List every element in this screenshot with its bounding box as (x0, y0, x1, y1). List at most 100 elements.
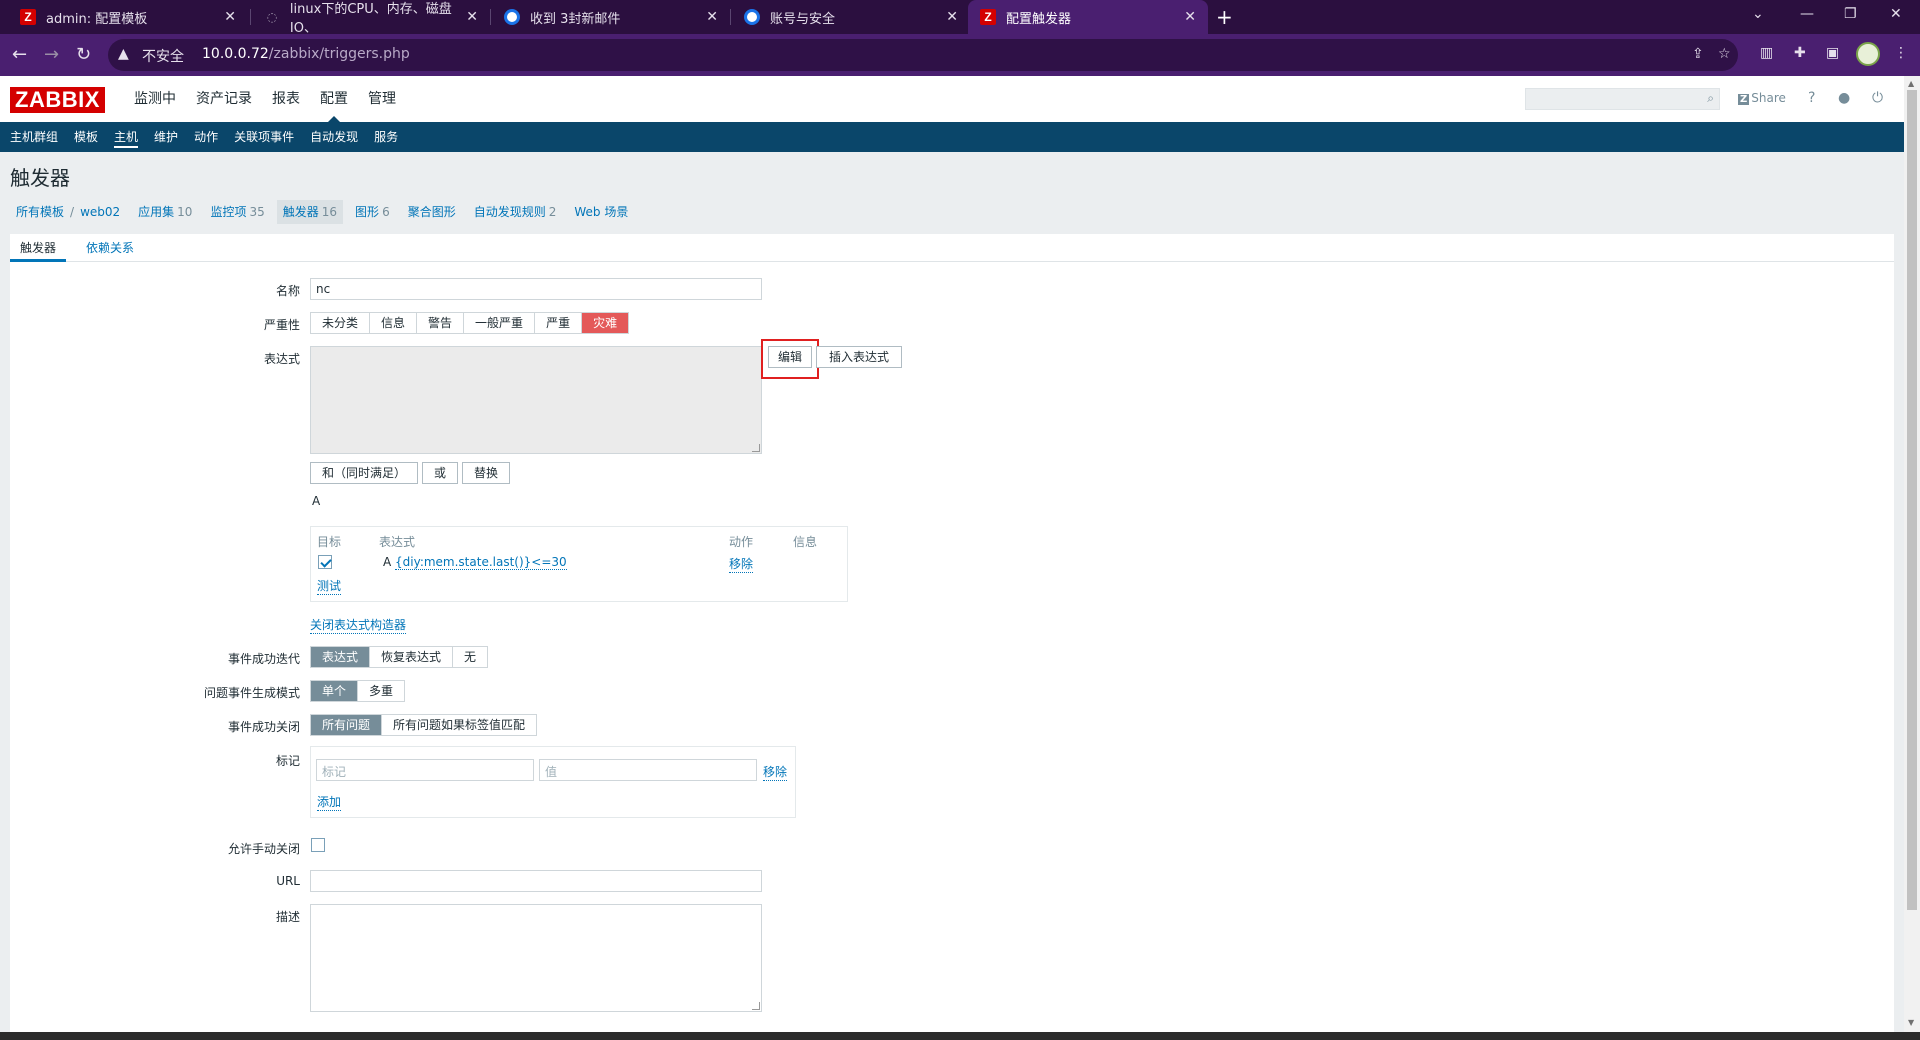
expression-test-link[interactable]: 测试 (317, 577, 342, 595)
zabbix-logo[interactable]: ZABBIX (10, 87, 105, 113)
url-text[interactable]: 10.0.0.72/zabbix/triggers.php (202, 46, 410, 62)
restore-icon[interactable]: ❐ (1844, 6, 1857, 22)
severity-not-classified[interactable]: 未分类 (311, 313, 371, 333)
breadcrumb-screens[interactable]: 聚合图形 (402, 200, 462, 224)
expression-textarea[interactable] (310, 346, 762, 454)
tab-dependencies[interactable]: 依赖关系 (76, 234, 144, 262)
user-profile-icon[interactable]: ● (1838, 90, 1850, 106)
severity-information[interactable]: 信息 (370, 313, 418, 333)
tag-value-input[interactable]: 值 (539, 759, 757, 781)
close-icon[interactable]: ✕ (224, 9, 236, 25)
global-search-input[interactable]: ⌕ (1525, 88, 1720, 110)
browser-tab-linux-article[interactable]: ◌ linux下的CPU、内存、磁盘IO、 ✕ (252, 0, 490, 36)
sub-menu-services[interactable]: 服务 (366, 122, 406, 152)
tag-remove-link[interactable]: 移除 (763, 763, 788, 781)
ok-event-recovery-expression[interactable]: 恢复表达式 (370, 647, 454, 667)
ok-close-all-problems[interactable]: 所有问题 (311, 715, 383, 735)
sub-menu-correlation[interactable]: 关联项事件 (226, 122, 302, 152)
forward-arrow-icon[interactable]: → (44, 44, 59, 65)
new-tab-plus-icon[interactable]: + (1216, 5, 1233, 29)
close-icon[interactable]: ✕ (706, 9, 718, 25)
bookmark-star-icon[interactable]: ☆ (1718, 46, 1731, 62)
problem-mode-multiple[interactable]: 多重 (358, 681, 405, 701)
scroll-up-arrow-icon[interactable]: ▲ (1908, 79, 1914, 88)
sub-menu-host-groups[interactable]: 主机群组 (2, 122, 66, 152)
browser-tab-config-triggers[interactable]: Z 配置触发器 ✕ (968, 0, 1208, 34)
breadcrumb-host[interactable]: web02 (74, 200, 126, 224)
tab-title: linux下的CPU、内存、磁盘IO、 (289, 2, 452, 36)
edit-expression-button[interactable]: 编辑 (768, 346, 812, 368)
severity-warning[interactable]: 警告 (417, 313, 465, 333)
profile-avatar[interactable] (1856, 42, 1880, 66)
browser-tab-config-template[interactable]: Z admin: 配置模板 ✕ (8, 0, 248, 34)
url-input[interactable] (310, 870, 762, 892)
share-page-icon[interactable]: ⇪ (1692, 46, 1704, 62)
main-menu-configuration[interactable]: 配置 (310, 76, 358, 122)
close-expression-builder-link[interactable]: 关闭表达式构造器 (310, 616, 407, 634)
tags-box: 标记 值 移除 添加 (310, 746, 796, 818)
close-icon[interactable]: ✕ (946, 9, 958, 25)
resize-grip-icon[interactable] (752, 1002, 760, 1010)
resize-grip-icon[interactable] (752, 444, 760, 452)
security-label[interactable]: 不安全 (142, 46, 184, 66)
sub-menu-maintenance[interactable]: 维护 (146, 122, 186, 152)
main-menu-monitoring[interactable]: 监测中 (124, 76, 186, 122)
expression-target-checkbox[interactable] (318, 555, 332, 569)
main-menu-reports[interactable]: 报表 (262, 76, 310, 122)
and-button[interactable]: 和（同时满足） (310, 462, 418, 484)
severity-disaster[interactable]: 灾难 (582, 313, 629, 333)
ok-event-expression[interactable]: 表达式 (311, 647, 371, 667)
breadcrumb-applications[interactable]: 应用集 10 (132, 200, 198, 224)
side-panel-icon[interactable]: ▣ (1826, 45, 1839, 61)
close-icon[interactable]: ✕ (1184, 9, 1196, 25)
tab-search-chevron-icon[interactable]: ⌄ (1752, 6, 1764, 22)
ok-close-tag-match[interactable]: 所有问题如果标签值匹配 (382, 715, 537, 735)
sub-menu-actions[interactable]: 动作 (186, 122, 226, 152)
problem-mode-single[interactable]: 单个 (311, 681, 359, 701)
reading-list-icon[interactable]: ▥ (1760, 45, 1773, 61)
severity-average[interactable]: 一般严重 (464, 313, 536, 333)
logout-power-icon[interactable]: ⏻ (1872, 90, 1883, 106)
sub-menu-templates[interactable]: 模板 (66, 122, 106, 152)
replace-button[interactable]: 替换 (462, 462, 510, 484)
back-arrow-icon[interactable]: ← (12, 44, 27, 65)
close-icon[interactable]: ✕ (466, 9, 478, 25)
window-close-icon[interactable]: ✕ (1890, 6, 1902, 22)
address-bar[interactable]: ▲ 不安全 10.0.0.72/zabbix/triggers.php ⇪ ☆ (108, 39, 1738, 71)
breadcrumb-all-templates[interactable]: 所有模板 (10, 200, 70, 224)
description-textarea[interactable] (310, 904, 762, 1012)
share-link[interactable]: Z Share (1738, 91, 1786, 105)
browser-tab-mail[interactable]: 收到 3封新邮件 ✕ (492, 0, 730, 34)
main-menu-administration[interactable]: 管理 (358, 76, 406, 122)
sub-menu-hosts[interactable]: 主机 (106, 122, 146, 152)
browser-tab-account-security[interactable]: 账号与安全 ✕ (732, 0, 970, 34)
breadcrumb-discovery-rules[interactable]: 自动发现规则 2 (468, 200, 563, 224)
main-menu-inventory[interactable]: 资产记录 (186, 76, 262, 122)
scroll-down-arrow-icon[interactable]: ▼ (1908, 1018, 1914, 1027)
allow-manual-close-checkbox[interactable] (311, 838, 325, 852)
tab-trigger[interactable]: 触发器 (10, 234, 67, 262)
expression-remove-link[interactable]: 移除 (729, 555, 754, 573)
browser-menu-icon[interactable]: ⋮ (1894, 45, 1908, 61)
scrollbar-thumb[interactable] (1907, 90, 1917, 910)
or-button[interactable]: 或 (422, 462, 458, 484)
breadcrumb-triggers[interactable]: 触发器 16 (276, 200, 344, 224)
breadcrumb-web-scenarios[interactable]: Web 场景 (568, 200, 634, 224)
name-input[interactable]: nc (310, 278, 762, 300)
breadcrumb-graphs[interactable]: 图形 6 (349, 200, 396, 224)
insert-expression-button[interactable]: 插入表达式 (816, 346, 902, 368)
page-scrollbar[interactable]: ▲ ▼ (1904, 76, 1920, 1040)
ok-event-none[interactable]: 无 (453, 647, 488, 667)
severity-high[interactable]: 严重 (535, 313, 583, 333)
help-icon[interactable]: ? (1808, 90, 1815, 106)
extensions-puzzle-icon[interactable]: ✚ (1794, 45, 1806, 61)
sub-menu-discovery[interactable]: 自动发现 (302, 122, 366, 152)
breadcrumb-items[interactable]: 监控项 35 (204, 200, 270, 224)
minimize-icon[interactable]: — (1800, 6, 1814, 22)
warning-triangle-icon[interactable]: ▲ (118, 46, 129, 62)
tag-add-link[interactable]: 添加 (317, 793, 342, 811)
search-icon[interactable]: ⌕ (1707, 91, 1714, 106)
expression-row-text[interactable]: {diy:mem.state.last()}<=30 (395, 555, 567, 570)
reload-icon[interactable]: ↻ (76, 44, 91, 65)
tag-name-input[interactable]: 标记 (316, 759, 534, 781)
